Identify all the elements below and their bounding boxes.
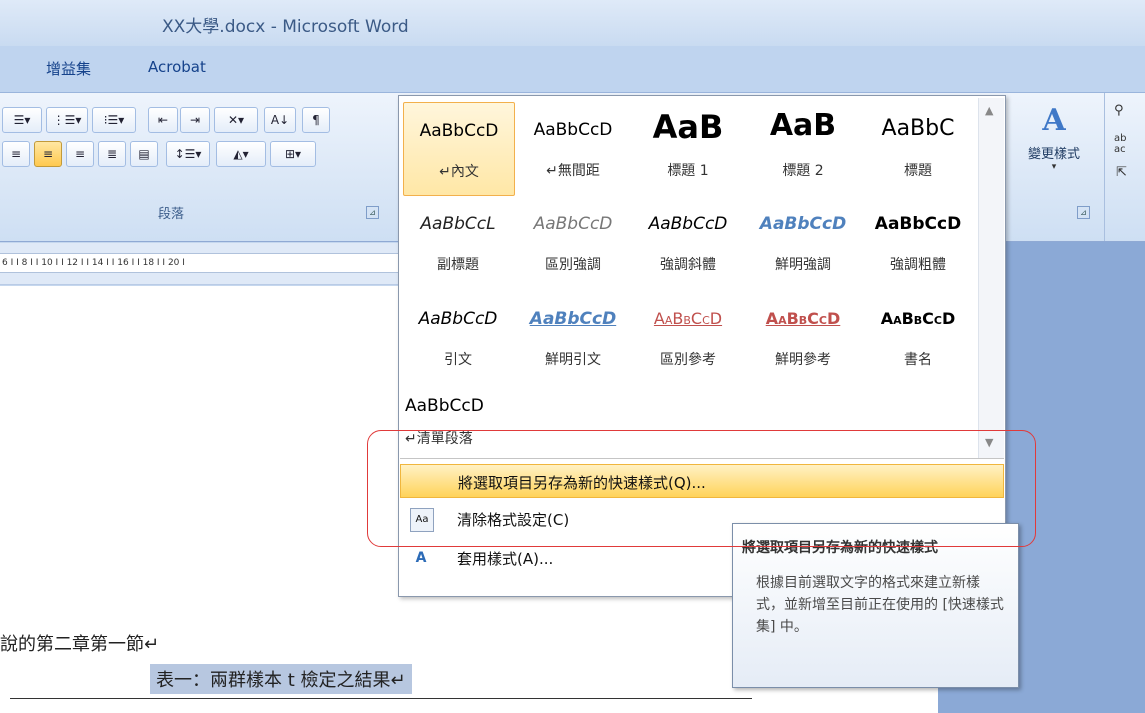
style-preview: AaB: [652, 108, 724, 146]
style-name: 強調粗體: [890, 257, 946, 273]
distributed-button[interactable]: ▤: [130, 141, 158, 167]
style-intense-reference[interactable]: AaBbCcD 鮮明參考: [748, 291, 858, 383]
find-icon[interactable]: ⚲: [1114, 103, 1124, 118]
group-divider: [1104, 93, 1105, 241]
style-name: 標題 2: [782, 163, 824, 179]
numbering-button[interactable]: ⋮☰▾: [46, 107, 88, 133]
style-preview: AaBbCcL: [420, 214, 496, 234]
tooltip: 將選取項目另存為新的快速樣式 根據目前選取文字的格式來建立新樣式，並新增至目前正…: [732, 523, 1019, 688]
style-preview: AaBbCcD: [874, 214, 962, 234]
chevron-down-icon: ▾: [1051, 162, 1057, 172]
menu-item-label: 套用樣式(A)...: [457, 550, 554, 568]
tab-addins[interactable]: 增益集: [46, 58, 91, 79]
style-name: 區別強調: [545, 257, 601, 273]
line-spacing-button[interactable]: ↕☰▾: [166, 141, 210, 167]
shading-button[interactable]: ◭▾: [216, 141, 266, 167]
style-name: 標題: [904, 163, 932, 179]
style-preview: AaBbCcD: [405, 396, 484, 416]
style-strong[interactable]: AaBbCcD 強調粗體: [863, 196, 973, 288]
align-center-button[interactable]: ≡: [34, 141, 62, 167]
table-top-border: [10, 698, 752, 699]
select-icon[interactable]: ⇱: [1116, 165, 1127, 180]
style-intense-quote[interactable]: AaBbCcD 鮮明引文: [518, 291, 628, 383]
style-preview: AaBbCcD: [419, 121, 499, 141]
tooltip-body: 根據目前選取文字的格式來建立新樣式，並新增至目前正在使用的 [快速樣式集] 中。: [756, 575, 1004, 635]
apply-styles-icon: A: [415, 550, 427, 566]
bullets-button[interactable]: ☰▾: [2, 107, 42, 133]
align-right-button[interactable]: ≡: [66, 141, 94, 167]
replace-icon[interactable]: ab ac: [1114, 133, 1126, 155]
style-preview: AaBbCcD: [759, 214, 847, 234]
tab-acrobat[interactable]: Acrobat: [148, 58, 206, 76]
style-name: 引文: [444, 352, 472, 368]
align-left-button[interactable]: ≡: [2, 141, 30, 167]
style-subtle-emphasis[interactable]: AaBbCcD 區別強調: [518, 196, 628, 288]
style-subtitle[interactable]: AaBbCcL 副標題: [403, 196, 513, 288]
style-name: 鮮明引文: [545, 352, 601, 368]
style-preview: AaBbCcD: [765, 309, 841, 328]
style-preview: AaBbCcD: [648, 214, 728, 234]
paragraph-group-label: 段落: [158, 207, 185, 222]
scroll-up-icon[interactable]: ▲: [985, 104, 993, 117]
styles-dialog-launcher[interactable]: ⊿: [1077, 206, 1090, 219]
style-preview: AaBbCcD: [533, 120, 613, 140]
style-name: 副標題: [437, 257, 479, 273]
style-name: 標題 1: [667, 163, 709, 179]
style-subtle-reference[interactable]: AaBbCcD 區別參考: [633, 291, 743, 383]
decrease-indent-button[interactable]: ⇤: [148, 107, 178, 133]
paragraph-dialog-launcher[interactable]: ⊿: [366, 206, 379, 219]
multilevel-list-button[interactable]: ⁝☰▾: [92, 107, 136, 133]
style-preview: AaBbC: [881, 116, 955, 141]
title-bar: XX大學.docx - Microsoft Word: [0, 0, 1145, 46]
style-name: 鮮明參考: [775, 352, 831, 368]
gallery-scrollbar[interactable]: ▲ ▼: [978, 98, 1004, 458]
change-styles-label: 變更樣式: [1027, 147, 1080, 162]
document-line-1[interactable]: 說的第二章第一節↵: [0, 630, 159, 656]
window-title: XX大學.docx - Microsoft Word: [162, 17, 409, 37]
style-book-title[interactable]: AaBbCcD 書名: [863, 291, 973, 383]
sort-button[interactable]: A↓: [264, 107, 296, 133]
style-name: ↵內文: [439, 164, 479, 180]
highlight-annotation: [367, 430, 1036, 547]
style-quote[interactable]: AaBbCcD 引文: [403, 291, 513, 383]
ribbon-tab-row: 增益集 Acrobat: [0, 46, 1145, 92]
style-preview: AaBbCcD: [418, 309, 498, 329]
style-name: ↵無間距: [546, 163, 600, 179]
style-preview: AaBbCcD: [880, 309, 956, 328]
change-styles-button[interactable]: A 變更樣式 ▾: [1012, 97, 1096, 187]
style-name: 強調斜體: [660, 257, 716, 273]
style-preview: AaBbCcD: [533, 214, 613, 234]
style-heading-2[interactable]: AaB 標題 2: [748, 102, 858, 194]
change-styles-icon: A: [1042, 103, 1066, 138]
style-name: 鮮明強調: [775, 257, 831, 273]
style-preview: AaBbCcD: [529, 309, 617, 329]
borders-button[interactable]: ⊞▾: [270, 141, 316, 167]
style-normal[interactable]: AaBbCcD ↵內文: [403, 102, 515, 196]
style-name: 區別參考: [660, 352, 716, 368]
chinese-layout-button[interactable]: ✕▾: [214, 107, 258, 133]
style-title[interactable]: AaBbC 標題: [863, 102, 973, 194]
increase-indent-button[interactable]: ⇥: [180, 107, 210, 133]
show-marks-button[interactable]: ¶: [302, 107, 330, 133]
style-no-spacing[interactable]: AaBbCcD ↵無間距: [518, 102, 628, 194]
style-intense-emphasis[interactable]: AaBbCcD 鮮明強調: [748, 196, 858, 288]
style-preview: AaBbCcD: [653, 309, 723, 328]
horizontal-ruler[interactable]: 6 I I 8 I I 10 I I 12 I I 14 I I 16 I I …: [0, 253, 400, 273]
style-preview: AaB: [769, 108, 837, 143]
style-emphasis[interactable]: AaBbCcD 強調斜體: [633, 196, 743, 288]
document-table-caption[interactable]: 表一：兩群樣本 t 檢定之結果↵: [150, 664, 412, 694]
justify-button[interactable]: ≣: [98, 141, 126, 167]
style-name: 書名: [904, 352, 932, 368]
style-heading-1[interactable]: AaB 標題 1: [633, 102, 743, 194]
